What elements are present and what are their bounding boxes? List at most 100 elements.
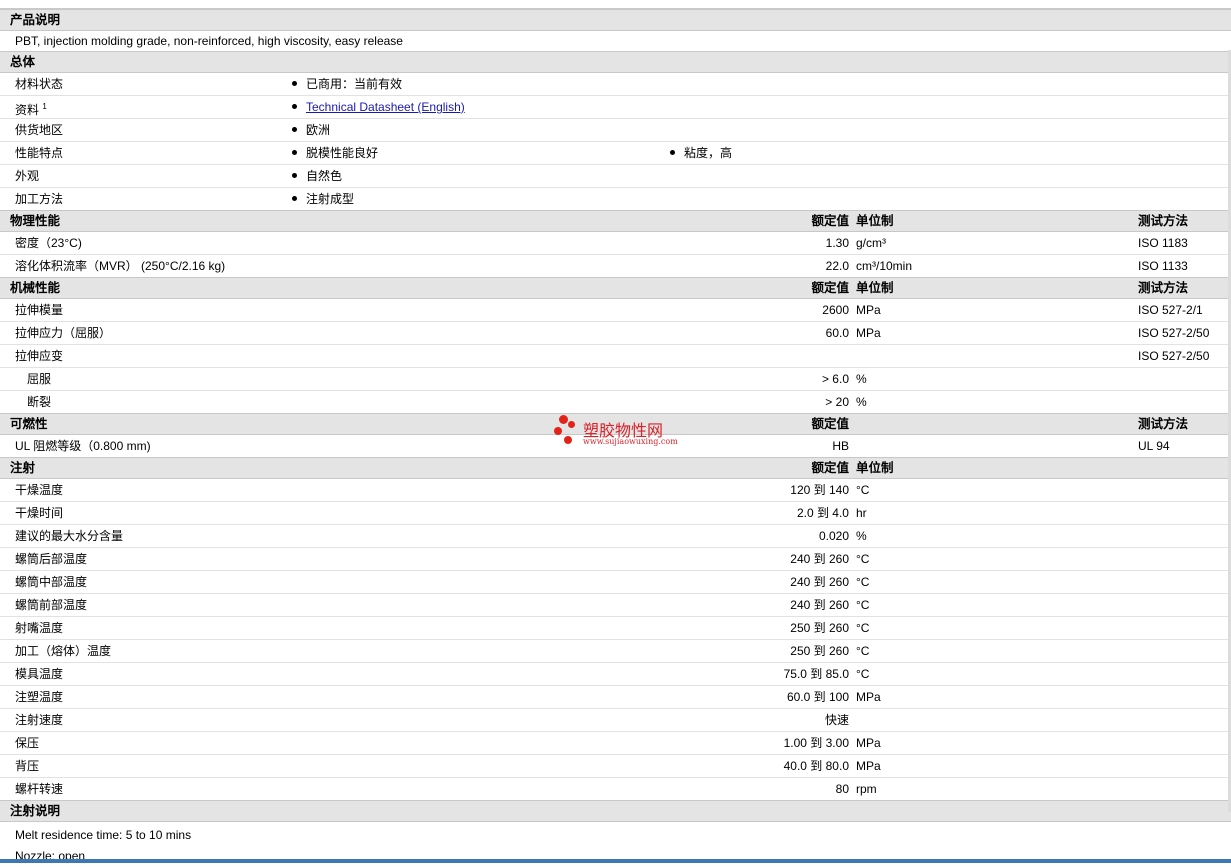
row-label: 密度（23°C) <box>15 236 82 250</box>
section-title: 注射说明 <box>10 804 61 818</box>
row-value: 80 <box>835 782 849 796</box>
row-label: 外观 <box>15 169 40 183</box>
watermark-logo: 塑胶物性网 www.sujiaowuxing.com <box>553 415 693 449</box>
row-label: 加工（熔体）温度 <box>15 644 112 658</box>
row-label: UL 阻燃等级（0.800 mm) <box>15 439 151 453</box>
section-title: 物理性能 <box>10 214 61 228</box>
mechanical-row-yield: 屈服 > 6.0 % <box>0 368 1231 391</box>
row-unit: °C <box>856 575 870 589</box>
injection-row: 注塑温度 60.0 到 100 MPa <box>0 686 1231 709</box>
row-unit: °C <box>856 552 870 566</box>
row-value: 22.0 <box>825 259 849 273</box>
row-unit: °C <box>856 598 870 612</box>
col-header-nominal: 额定值 <box>811 281 849 295</box>
row-label: 保压 <box>15 736 40 750</box>
row-value: 40.0 到 80.0 <box>783 759 849 773</box>
row-unit: % <box>856 529 867 543</box>
row-value: 0.020 <box>818 529 849 543</box>
row-test: ISO 1183 <box>1138 236 1188 250</box>
row-unit: MPa <box>856 326 881 340</box>
injection-row: 螺筒前部温度 240 到 260 °C <box>0 594 1231 617</box>
row-label: 溶化体积流率（MVR） (250°C/2.16 kg) <box>15 259 226 273</box>
row-value: 120 到 140 <box>790 483 849 497</box>
mechanical-row-stress: 拉伸应力（屈服） 60.0 MPa ISO 527-2/50 <box>0 322 1231 345</box>
row-value: 240 到 260 <box>790 575 849 589</box>
injection-row: 加工（熔体）温度 250 到 260 °C <box>0 640 1231 663</box>
row-label: 拉伸模量 <box>15 303 64 317</box>
section-title: 可燃性 <box>10 417 48 431</box>
bullet-icon <box>292 150 297 156</box>
row-unit: g/cm³ <box>856 236 886 250</box>
row-label: 螺筒中部温度 <box>15 575 88 589</box>
row-test: ISO 527-2/50 <box>1138 326 1210 340</box>
row-label: 加工方法 <box>15 192 64 206</box>
row-label: 屈服 <box>27 372 52 386</box>
top-divider <box>0 0 1231 9</box>
general-row-processing: 加工方法 注射成型 <box>0 188 1231 210</box>
row-label: 螺筒后部温度 <box>15 552 88 566</box>
row-label: 供货地区 <box>15 123 64 137</box>
bullet-icon <box>292 81 297 87</box>
col-header-nominal: 额定值 <box>811 461 849 475</box>
row-value: 250 到 260 <box>790 621 849 635</box>
row-label: 注塑温度 <box>15 690 64 704</box>
datasheet-link[interactable]: Technical Datasheet (English) <box>306 100 465 114</box>
row-label: 建议的最大水分含量 <box>15 529 124 543</box>
col-header-test: 测试方法 <box>1138 417 1189 431</box>
physical-row-density: 密度（23°C) 1.30 g/cm³ ISO 1183 <box>0 232 1231 255</box>
row-label: 干燥时间 <box>15 506 64 520</box>
col-header-unit: 单位制 <box>856 214 894 228</box>
row-unit: cm³/10min <box>856 259 913 273</box>
row-label: 资料 1 <box>15 102 47 117</box>
row-label: 拉伸应力（屈服） <box>15 326 112 340</box>
section-header-general: 总体 <box>0 51 1231 73</box>
col-header-test: 测试方法 <box>1138 214 1189 228</box>
row-unit: hr <box>856 506 867 520</box>
row-value: > 6.0 <box>821 372 849 386</box>
bullet-icon <box>292 173 297 179</box>
row-test: ISO 1133 <box>1138 259 1188 273</box>
col-header-nominal: 额定值 <box>811 214 849 228</box>
row-value: 快速 <box>824 713 849 727</box>
injection-row: 建议的最大水分含量 0.020% <box>0 525 1231 548</box>
row-value: 240 到 260 <box>790 552 849 566</box>
row-unit: MPa <box>856 736 881 750</box>
logo-dot-icon <box>568 421 575 428</box>
bullet-icon <box>292 127 297 133</box>
injection-row: 背压 40.0 到 80.0 MPa <box>0 755 1231 778</box>
col-header-test: 测试方法 <box>1138 281 1189 295</box>
bullet-item: 脱模性能良好 <box>292 142 378 164</box>
logo-dot-icon <box>564 436 572 444</box>
injection-note-line: Melt residence time: 5 to 10 mins <box>15 828 192 842</box>
row-unit: °C <box>856 483 870 497</box>
general-row-features: 性能特点 脱模性能良好 粘度，高 <box>0 142 1231 165</box>
col-header-nominal: 额定值 <box>811 417 849 431</box>
injection-row: 模具温度 75.0 到 85.0 °C <box>0 663 1231 686</box>
row-value: > 20 <box>825 395 849 409</box>
row-test: UL 94 <box>1138 439 1170 453</box>
row-test: ISO 527-2/1 <box>1138 303 1203 317</box>
row-value: 75.0 到 85.0 <box>783 667 849 681</box>
general-row-appearance: 外观 自然色 <box>0 165 1231 188</box>
physical-row-mvr: 溶化体积流率（MVR） (250°C/2.16 kg) 22.0 cm³/10m… <box>0 255 1231 277</box>
section-header-mechanical: 机械性能 额定值 单位制 测试方法 <box>0 277 1231 299</box>
row-unit: MPa <box>856 759 881 773</box>
row-value: 240 到 260 <box>790 598 849 612</box>
bullet-icon <box>292 196 297 202</box>
section-title: 产品说明 <box>10 13 61 27</box>
row-unit: °C <box>856 644 870 658</box>
row-value: 1.30 <box>825 236 849 250</box>
injection-row: 螺杆转速 80 rpm <box>0 778 1231 800</box>
row-value: 250 到 260 <box>790 644 849 658</box>
row-label: 材料状态 <box>15 77 64 91</box>
row-label: 拉伸应变 <box>15 349 64 363</box>
footnote-marker: 1 <box>42 102 47 111</box>
section-title: 注射 <box>10 461 36 475</box>
row-label: 模具温度 <box>15 667 64 681</box>
mechanical-row-strain: 拉伸应变 ISO 527-2/50 <box>0 345 1231 368</box>
section-title: 总体 <box>10 55 36 69</box>
bullet-icon <box>292 104 297 110</box>
product-description-text: PBT, injection molding grade, non-reinfo… <box>15 34 403 48</box>
injection-note-line: Nozzle: open <box>15 849 86 863</box>
bullet-item: 已商用：当前有效 <box>292 73 402 95</box>
